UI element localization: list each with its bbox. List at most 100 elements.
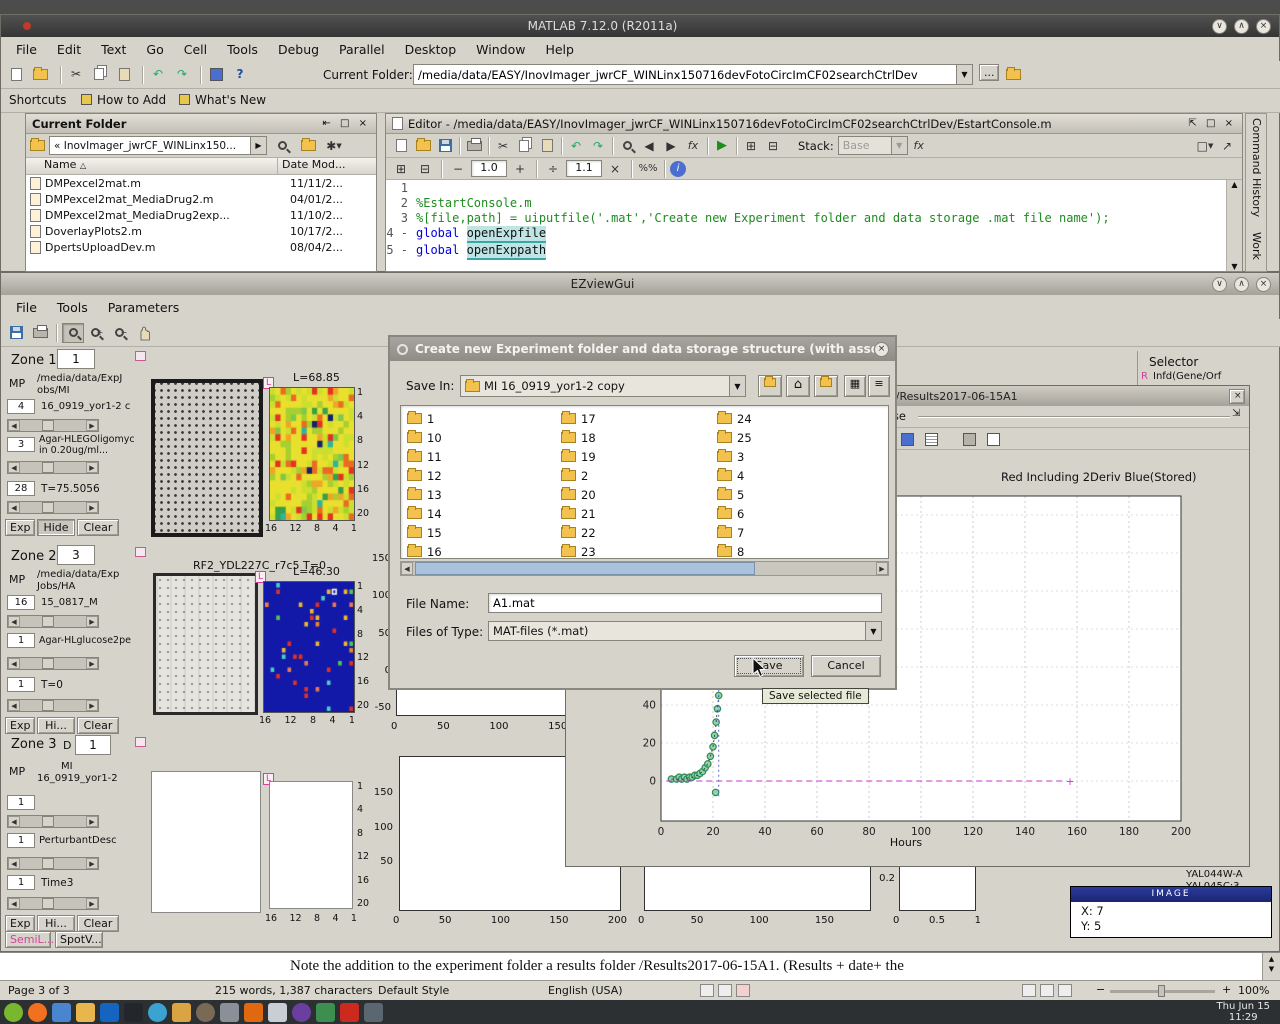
editor-header[interactable]: Editor - /media/data/EASY/InovImager_jwr… [386,114,1242,134]
folder-item[interactable]: 21 [561,504,711,523]
terminal-icon[interactable] [124,1003,143,1022]
zone2-slider-3[interactable]: ◀▶ [7,699,99,712]
slider-thumb[interactable] [42,700,54,711]
increase-icon[interactable]: + [509,159,531,179]
zone3-slider-3[interactable]: ◀▶ [7,897,99,910]
slider-thumb[interactable] [42,816,54,827]
slider-right-icon[interactable]: ▶ [86,700,98,711]
create-folder-button[interactable] [814,375,838,397]
breadcrumb-arrow-icon[interactable]: ▶ [250,137,266,154]
folder-item[interactable]: 11 [407,447,557,466]
slider-right-icon[interactable]: ▶ [86,502,98,513]
minimize-button[interactable]: ∨ [1212,19,1227,34]
tool-icon[interactable] [364,1003,383,1022]
cut-icon[interactable]: ✂ [65,64,87,84]
decrease-icon[interactable]: − [447,159,469,179]
editor-dock-icons[interactable]: ⇱ □ × [1188,118,1236,129]
fx-icon[interactable]: fx [682,136,704,156]
tab-command-history[interactable]: Command History [1250,118,1263,217]
paste-icon[interactable] [113,64,135,84]
office-icon[interactable] [220,1003,239,1022]
close-button[interactable]: × [1256,277,1271,292]
value-field-1[interactable]: 1.0 [471,160,507,177]
save-in-dropdown-icon[interactable]: ▼ [729,376,745,396]
zone1-spinner[interactable]: 1 [57,349,95,369]
zoom-slider-thumb[interactable] [1158,985,1165,997]
menu-window[interactable]: Window [467,40,534,59]
horizontal-scrollbar[interactable]: ◀ ▶ [400,561,889,576]
folder-item[interactable]: 16 [407,542,557,561]
zoom-out-icon[interactable]: − [110,323,132,343]
new-icon[interactable] [390,136,412,156]
run-icon[interactable]: ▶ [711,136,733,156]
save-in-combo[interactable]: MI 16_0919_yor1-2 copy ▼ [460,375,746,397]
zone2-exp-button[interactable]: Exp [5,717,35,734]
folder-item[interactable]: 1 [407,409,557,428]
folder-item[interactable]: 7 [717,523,867,542]
maximize-button[interactable]: ∧ [1234,277,1249,292]
gear-icon[interactable]: ✱▼ [323,136,345,156]
zone3-exp-button[interactable]: Exp [5,915,35,932]
image-window-titlebar[interactable]: IMAGE [1071,887,1271,902]
slider-left-icon[interactable]: ◀ [8,816,20,827]
folder-item[interactable]: 15 [407,523,557,542]
status-style[interactable]: Default Style [378,984,449,997]
zone2-field3-value[interactable]: 1 [7,677,35,692]
maximize-button[interactable]: ∧ [1234,19,1249,34]
view-layout-icon-1[interactable] [1022,984,1036,997]
scroll-right-icon[interactable]: ▶ [876,562,888,575]
zone3-popout-icon[interactable] [135,737,146,747]
slider-thumb[interactable] [42,858,54,869]
status-icon-1[interactable] [700,984,714,997]
zone2-field2-value[interactable]: 1 [7,633,35,648]
zone2-clear-button[interactable]: Clear [77,717,119,734]
slider-right-icon[interactable]: ▶ [86,616,98,627]
zone2-slider-1[interactable]: ◀▶ [7,615,99,628]
folder2-icon[interactable] [172,1003,191,1022]
folder-item[interactable]: 2 [561,466,711,485]
zone1-field3-value[interactable]: 28 [7,481,35,496]
file-row[interactable]: DMPexcel2mat_MediaDrug2.m04/01/2... [26,191,376,207]
tab-workspace[interactable]: Work [1250,232,1263,260]
slider-track[interactable] [20,658,86,669]
scroll-down-icon[interactable]: ▼ [1269,965,1274,973]
folder-item[interactable]: 8 [717,542,867,561]
writer-icon[interactable] [100,1003,119,1022]
slider-right-icon[interactable]: ▶ [86,816,98,827]
help-icon[interactable]: ? [229,64,251,84]
simulink-icon[interactable] [205,64,227,84]
slider-track[interactable] [20,502,86,513]
editor-scrollbar[interactable]: ▲▼ [1226,180,1242,271]
view-layout-icon-3[interactable] [1058,984,1072,997]
dropdown-arrow-icon[interactable]: ▼ [956,65,972,84]
breadcrumb-combo[interactable]: « InovImager_jwrCF_WINLinx150... ▶ [49,136,267,155]
code-area[interactable]: 12%EstartConsole.m3%[file,path] = uiputf… [386,180,1226,271]
zone3-slider-2[interactable]: ◀▶ [7,857,99,870]
status-words[interactable]: 215 words, 1,387 characters [215,984,373,997]
folder-item[interactable]: 17 [561,409,711,428]
pan-hand-icon[interactable] [134,323,156,343]
save-icon[interactable] [5,323,27,343]
slider-track[interactable] [20,462,86,473]
close-button[interactable]: × [1256,19,1271,34]
find-icon[interactable] [616,136,638,156]
shortcut-how-to-add[interactable]: How to Add [97,93,166,107]
zone3-field1-value[interactable]: 1 [7,795,35,810]
save-icon[interactable] [434,136,456,156]
zone2-spinner[interactable]: 3 [57,545,95,565]
zone3-field2-value[interactable]: 1 [7,833,35,848]
slider-left-icon[interactable]: ◀ [8,858,20,869]
folder-item[interactable]: 14 [407,504,557,523]
clock[interactable]: Thu Jun 15 11:29 [1217,1001,1271,1023]
file-row[interactable]: DpertsUploadDev.m08/04/2... [26,239,376,255]
new-file-icon[interactable] [5,64,27,84]
matlab-icon[interactable] [244,1003,263,1022]
up-one-level-button[interactable] [758,375,782,397]
indent-minus-icon[interactable]: ⊟ [414,159,436,179]
slider-right-icon[interactable]: ▶ [86,898,98,909]
menu-debug[interactable]: Debug [269,40,328,59]
save-button[interactable]: Save [734,655,804,677]
zoom-in-icon[interactable]: + [86,323,108,343]
open-icon[interactable] [412,136,434,156]
slider-right-icon[interactable]: ▶ [86,420,98,431]
